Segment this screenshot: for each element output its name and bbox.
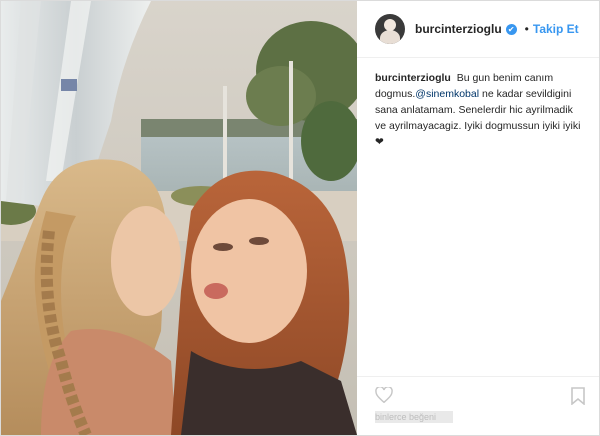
selfie-image [1,1,357,435]
heart-icon[interactable] [375,387,393,403]
follow-button[interactable]: Takip Et [533,22,579,36]
caption-username[interactable]: burcinterzioglu [375,72,451,84]
bookmark-icon[interactable] [571,387,585,405]
post-caption: burcinterzioglu Bu gun benim canım dogmu… [357,58,599,150]
post-footer: binlerce beğeni [357,376,599,435]
post-photo[interactable] [1,1,357,435]
post-sidebar: burcinterzioglu ✔ • Takip Et burcinterzi… [357,1,599,435]
likes-count[interactable]: binlerce beğeni [375,411,453,423]
username-link[interactable]: burcinterzioglu [415,22,502,36]
caption-mention-link[interactable]: @sinemkobal [415,88,479,100]
post-header: burcinterzioglu ✔ • Takip Et [357,1,599,58]
verified-badge-icon: ✔ [505,23,517,35]
profile-avatar[interactable] [375,14,405,44]
separator-dot: • [524,22,529,36]
instagram-post: burcinterzioglu ✔ • Takip Et burcinterzi… [0,0,600,436]
